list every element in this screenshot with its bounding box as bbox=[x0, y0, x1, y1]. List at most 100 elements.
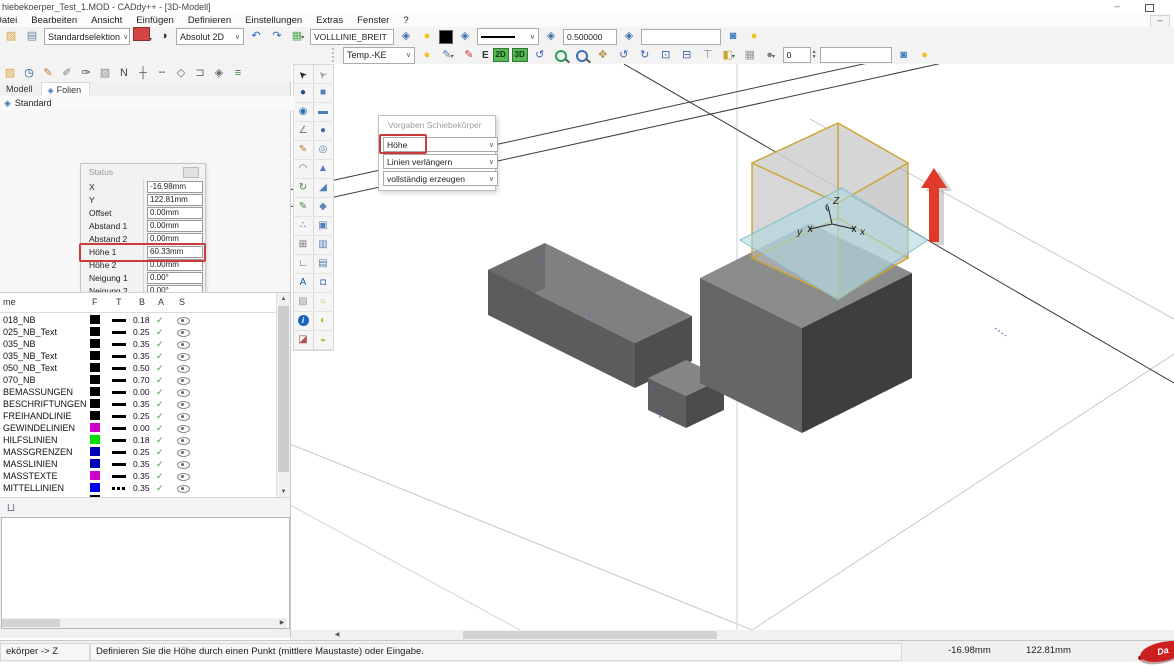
layer-row[interactable]: FREIHANDLINIE0.25✓ bbox=[0, 410, 276, 422]
value-spinner[interactable]: 0▲▼ bbox=[783, 47, 817, 63]
chevron-down-icon[interactable]: ∨ bbox=[530, 33, 535, 41]
dropdown-arrow-icon[interactable]: ▾ bbox=[772, 54, 775, 60]
selection-color-button[interactable]: ▾ bbox=[133, 27, 152, 46]
paint-bucket2-icon[interactable]: ◙ bbox=[895, 47, 913, 64]
standard-layer-row[interactable]: ◈Standard bbox=[0, 96, 294, 111]
brightness-bulb-icon[interactable]: ● bbox=[418, 28, 436, 45]
layer-row[interactable]: 018_NB0.18✓ bbox=[0, 314, 276, 326]
tangent-tool-icon[interactable]: ⊤ bbox=[699, 47, 717, 64]
layer-row[interactable]: 035_NB0.35✓ bbox=[0, 338, 276, 350]
menu-item-einstellungen[interactable]: Einstellungen bbox=[245, 14, 302, 27]
view-2d-button[interactable]: 2D bbox=[493, 48, 509, 62]
layer-color-swatch[interactable] bbox=[90, 351, 100, 360]
chevron-down-icon[interactable]: ∨ bbox=[489, 175, 494, 183]
minimize-button[interactable]: – bbox=[1106, 2, 1128, 13]
vorgaben-dialog[interactable]: Vorgaben Schiebekörper Höhe∨Linien verlä… bbox=[378, 115, 496, 191]
layer-visibility-eye-icon[interactable] bbox=[177, 485, 190, 493]
boolean-union-icon[interactable]: ○ bbox=[314, 293, 332, 312]
rotate-left-icon[interactable]: ↺ bbox=[615, 47, 633, 64]
line-width-input[interactable]: 0.500000 bbox=[563, 29, 617, 45]
layers-header-5[interactable]: S bbox=[179, 297, 185, 307]
layer-visibility-eye-icon[interactable] bbox=[177, 401, 190, 409]
select-arrow-icon[interactable]: ➤ bbox=[294, 65, 312, 84]
marker-pen-icon[interactable]: ✑ bbox=[77, 65, 95, 82]
zoom-window-icon[interactable] bbox=[573, 47, 591, 64]
pan-hand-icon[interactable]: ✥ bbox=[594, 47, 612, 64]
bulb-icon[interactable]: ● bbox=[745, 28, 763, 45]
viewport-hscrollbar[interactable]: ◀ bbox=[330, 630, 1174, 640]
viewport-hscroll-thumb[interactable] bbox=[463, 631, 717, 639]
layer-color-swatch[interactable] bbox=[90, 435, 100, 444]
solid-cylinder-icon[interactable]: ▬ bbox=[314, 103, 332, 122]
light-bulb-icon[interactable]: ● bbox=[418, 47, 436, 64]
rotate-view-icon[interactable]: ↺ bbox=[531, 47, 549, 64]
page-edit-icon[interactable]: ✐ bbox=[58, 65, 76, 82]
hatch-tool-icon[interactable]: ▨ bbox=[294, 293, 312, 312]
layer-active-check[interactable]: ✓ bbox=[156, 482, 164, 494]
hatch-rect-icon[interactable]: ▨ bbox=[96, 65, 114, 82]
cube-outline-icon[interactable]: ◇ bbox=[172, 65, 190, 82]
layer-active-check[interactable]: ✓ bbox=[156, 386, 164, 398]
dialog-combo-vollstndigerzeugen[interactable]: vollständig erzeugen∨ bbox=[383, 171, 498, 186]
layer-active-check[interactable]: ✓ bbox=[156, 398, 164, 410]
dialog-combo-hhe[interactable]: Höhe∨ bbox=[383, 137, 498, 152]
connector-icon[interactable]: ⊐ bbox=[191, 65, 209, 82]
view-cube-button[interactable]: ◧▾ bbox=[720, 47, 738, 64]
value-spinner-value[interactable]: 0 bbox=[783, 47, 811, 63]
layer-visibility-eye-icon[interactable] bbox=[177, 449, 190, 457]
toolbar-grip[interactable] bbox=[332, 48, 338, 62]
layer-row[interactable]: HILFSLINIEN0.18✓ bbox=[0, 434, 276, 446]
scroll-up-arrow[interactable]: ▲ bbox=[277, 293, 290, 305]
loft-tool-icon[interactable]: ◘ bbox=[314, 274, 332, 293]
tab-modell[interactable]: Modell bbox=[0, 82, 41, 96]
layer-active-check[interactable]: ✓ bbox=[156, 314, 164, 326]
red-pen-icon[interactable]: ✎ bbox=[460, 47, 478, 64]
layer-visibility-eye-icon[interactable] bbox=[177, 389, 190, 397]
layer-visibility-eye-icon[interactable] bbox=[177, 341, 190, 349]
layer-row[interactable]: 025_NB_Text0.25✓ bbox=[0, 326, 276, 338]
point-cloud-icon[interactable]: ∴ bbox=[294, 217, 312, 236]
layer-active-check[interactable]: ✓ bbox=[156, 434, 164, 446]
rotate-tool-icon[interactable]: ↻ bbox=[294, 179, 312, 198]
tab-folien[interactable]: ◈Folien bbox=[41, 82, 91, 96]
layers-header-4[interactable]: A bbox=[158, 297, 164, 307]
menu-item-bearbeiten[interactable]: Bearbeiten bbox=[31, 14, 77, 27]
text-tool-icon[interactable]: A bbox=[294, 274, 312, 293]
layers-scroll-thumb[interactable] bbox=[278, 306, 289, 472]
snap-grid-icon[interactable]: ⊞ bbox=[294, 236, 312, 255]
layers-header-2[interactable]: T bbox=[116, 297, 122, 307]
eraser-tool-icon[interactable]: ◪ bbox=[294, 331, 312, 350]
render-sphere-icon[interactable]: ◑ bbox=[155, 28, 173, 45]
layer-visibility-eye-icon[interactable] bbox=[177, 473, 190, 481]
layer-active-check[interactable]: ✓ bbox=[156, 338, 164, 350]
status-value-field[interactable]: 0.00mm bbox=[147, 220, 203, 232]
layer-row[interactable]: MASSTEXTE0.35✓ bbox=[0, 470, 276, 482]
layer-color-swatch[interactable] bbox=[90, 411, 100, 420]
zoom-prev-icon[interactable]: ⊟ bbox=[678, 47, 696, 64]
grid-list-icon[interactable]: ≡ bbox=[229, 65, 247, 82]
layer-stack4-icon[interactable]: ◈ bbox=[620, 28, 638, 45]
layers-header-3[interactable]: B bbox=[139, 297, 145, 307]
ke-combo[interactable]: Temp.-KE∨ bbox=[343, 47, 415, 64]
draw-mode-button[interactable]: ✎▾ bbox=[439, 47, 457, 64]
aux1-input[interactable] bbox=[641, 29, 721, 45]
chevron-down-icon[interactable]: ∨ bbox=[123, 33, 128, 41]
layer-color-swatch[interactable] bbox=[90, 315, 100, 324]
dropdown-arrow-icon[interactable]: ▾ bbox=[149, 37, 152, 43]
line-style-combo[interactable]: ∨ bbox=[477, 28, 539, 45]
menu-item-einfgen[interactable]: Einfügen bbox=[136, 14, 174, 27]
layer-active-check[interactable]: ✓ bbox=[156, 350, 164, 362]
layer-row[interactable]: BESCHRIFTUNGEN0.35✓ bbox=[0, 398, 276, 410]
menu-item-fenster[interactable]: Fenster bbox=[357, 14, 389, 27]
view-3d-button[interactable]: 3D bbox=[512, 48, 528, 62]
sphere-view-icon[interactable]: ● bbox=[294, 84, 312, 103]
color-swatch[interactable] bbox=[439, 30, 453, 44]
solid-box-icon[interactable]: ■ bbox=[314, 84, 332, 103]
layer-row[interactable]: BEMASSUNGEN0.00✓ bbox=[0, 386, 276, 398]
layers-vscrollbar[interactable]: ▲ ▼ bbox=[276, 293, 290, 498]
layer-color-swatch[interactable] bbox=[90, 459, 100, 468]
layer-visibility-eye-icon[interactable] bbox=[177, 365, 190, 373]
status-value-field[interactable]: 0.00mm bbox=[147, 233, 203, 245]
dock-hscroll-thumb[interactable] bbox=[2, 619, 60, 627]
scroll-right-arrow[interactable]: ▶ bbox=[277, 618, 287, 628]
